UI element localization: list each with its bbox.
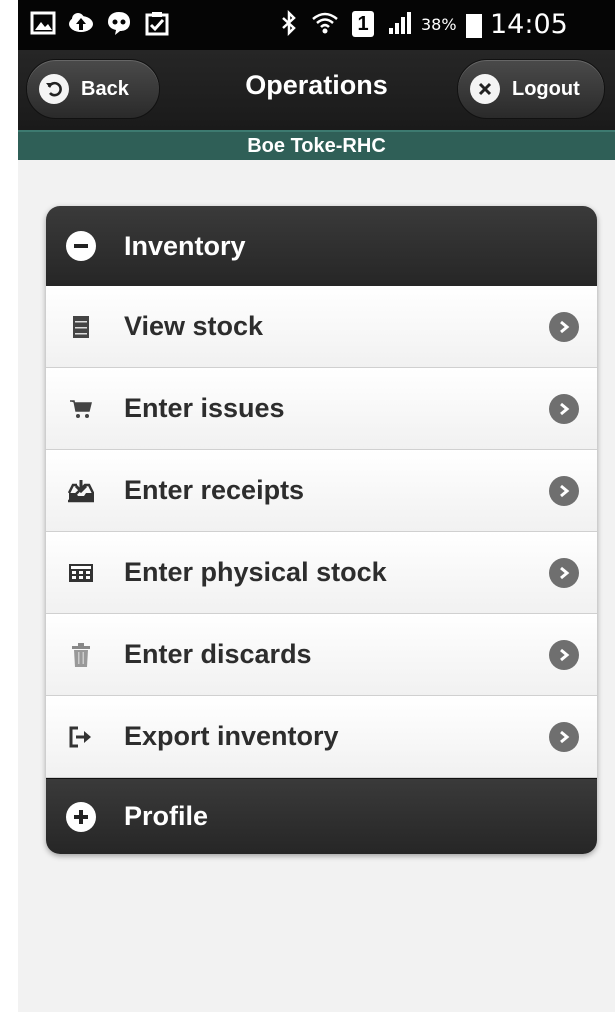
menu-item-view-stock[interactable]: View stock (46, 286, 597, 368)
menu-item-label: Enter discards (124, 639, 312, 669)
signal-icon (389, 12, 411, 34)
menu-item-enter-receipts[interactable]: Enter receipts (46, 450, 597, 532)
operations-panel: Inventory View stock Enter issues Enter … (46, 206, 597, 854)
menu-item-label: Enter receipts (124, 475, 305, 505)
menu-item-label: Export inventory (124, 721, 339, 751)
logout-button[interactable]: Logout (457, 59, 605, 119)
gallery-icon (30, 11, 56, 35)
clock: 14:05 (490, 9, 568, 40)
menu-item-enter-discards[interactable]: Enter discards (46, 614, 597, 696)
chevron-right-icon (549, 394, 579, 424)
sim-card-icon: 1 (352, 11, 374, 37)
subtitle-bar: Boe Toke-RHC (18, 130, 615, 160)
cart-icon (66, 394, 96, 424)
chevron-right-icon (549, 312, 579, 342)
facility-name: Boe Toke-RHC (247, 135, 386, 157)
export-icon (66, 722, 96, 752)
chevron-right-icon (549, 476, 579, 506)
inventory-section-title: Inventory (124, 230, 246, 261)
chevron-right-icon (549, 722, 579, 752)
menu-item-label: Enter issues (124, 393, 285, 423)
chat-bubble-icon (108, 12, 130, 35)
clipboard-check-icon (145, 12, 169, 36)
wifi-icon (312, 12, 338, 34)
sim-label: 1 (357, 13, 369, 35)
trash-icon (66, 640, 96, 670)
profile-section-header[interactable]: Profile (46, 778, 597, 854)
archive-icon (66, 312, 96, 342)
battery-icon (466, 14, 482, 38)
expand-plus-icon (66, 801, 96, 832)
chevron-right-icon (549, 640, 579, 670)
calculator-icon (66, 558, 96, 588)
bluetooth-icon (282, 10, 296, 36)
inventory-section-header[interactable]: Inventory (46, 206, 597, 286)
back-arrow-icon (39, 74, 69, 104)
logout-label: Logout (512, 77, 580, 100)
status-bar: 1 38% 14:05 (18, 0, 615, 50)
collapse-minus-icon (66, 231, 96, 261)
profile-section-title: Profile (124, 801, 209, 831)
menu-item-label: Enter physical stock (124, 557, 387, 587)
menu-item-export-inventory[interactable]: Export inventory (46, 696, 597, 778)
close-icon (470, 74, 500, 104)
back-button[interactable]: Back (26, 59, 160, 119)
app-screen: 1 38% 14:05 Operations Back Logout Boe T… (18, 0, 615, 1012)
menu-item-enter-physical-stock[interactable]: Enter physical stock (46, 532, 597, 614)
menu-item-enter-issues[interactable]: Enter issues (46, 368, 597, 450)
back-label: Back (81, 77, 129, 100)
chevron-right-icon (549, 558, 579, 588)
battery-percent: 38% (421, 15, 457, 34)
menu-item-label: View stock (124, 311, 264, 341)
header-bar: Operations Back Logout (18, 50, 615, 130)
inbox-download-icon (66, 476, 96, 506)
cloud-upload-icon (69, 13, 93, 32)
